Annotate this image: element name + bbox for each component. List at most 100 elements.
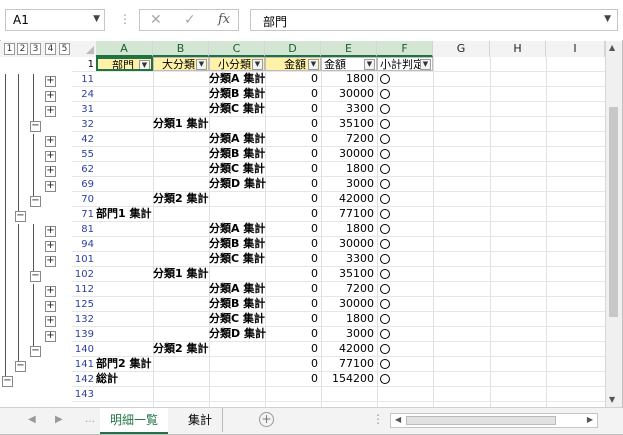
row-header[interactable]: 11	[72, 72, 96, 87]
cell-a[interactable]	[96, 72, 153, 86]
row-header[interactable]: 24	[72, 87, 96, 102]
formula-input[interactable]: 部門 ▼	[250, 9, 618, 31]
add-sheet-button[interactable]: +	[259, 412, 274, 427]
cell-d[interactable]: 0	[265, 72, 321, 86]
cell-e[interactable]: 7200	[321, 282, 377, 296]
cell-b[interactable]	[153, 297, 209, 311]
scroll-right-icon[interactable]: ▶	[587, 415, 593, 424]
cell-c[interactable]: 分類B 集計	[209, 297, 265, 311]
cell-a[interactable]	[96, 192, 153, 206]
column-header-i[interactable]: I	[546, 41, 605, 57]
cell-d[interactable]: 0	[265, 282, 321, 296]
row-header[interactable]: 31	[72, 102, 96, 117]
cell-f[interactable]	[377, 237, 433, 251]
cell-c[interactable]: 分類D 集計	[209, 177, 266, 191]
collapse-group-button[interactable]: −	[2, 376, 13, 387]
cell-d[interactable]: 0	[265, 357, 321, 371]
cell-e[interactable]: 3300	[321, 102, 377, 116]
cell-b[interactable]	[153, 147, 209, 161]
cell-a[interactable]	[96, 132, 153, 146]
cell-d[interactable]: 0	[265, 177, 321, 191]
expand-group-button[interactable]: +	[45, 106, 56, 117]
cell-c[interactable]	[209, 387, 265, 401]
cancel-icon[interactable]: ✕	[150, 12, 162, 28]
cell-b[interactable]	[153, 327, 209, 341]
cell-f[interactable]	[377, 117, 433, 131]
prev-sheet-icon[interactable]: ◀	[28, 414, 36, 425]
select-all-corner[interactable]	[86, 46, 94, 54]
cell-c[interactable]	[209, 117, 265, 131]
cell-a[interactable]	[96, 387, 153, 401]
row-header[interactable]: 71	[72, 207, 96, 222]
cell-f[interactable]	[377, 342, 433, 356]
cell-b[interactable]	[153, 222, 209, 236]
cell-d[interactable]: 0	[265, 342, 321, 356]
cell-f[interactable]	[377, 177, 433, 191]
filter-active-icon[interactable]: ▼	[420, 59, 431, 70]
cell-d[interactable]: 0	[265, 102, 321, 116]
row-header[interactable]: 94	[72, 237, 96, 252]
expand-group-button[interactable]: +	[45, 91, 56, 102]
header-cell-e[interactable]: 金額 ▼	[321, 57, 377, 71]
cell-b[interactable]	[153, 237, 209, 251]
header-cell-c[interactable]: 小分類 ▼	[209, 57, 265, 71]
cell-b[interactable]	[153, 72, 209, 86]
cell-a[interactable]	[96, 147, 153, 161]
cell-b[interactable]	[153, 387, 209, 401]
cell-b[interactable]	[153, 87, 209, 101]
header-cell-a[interactable]: 部門 ▼	[96, 57, 153, 71]
name-box[interactable]: A1 ▼	[5, 9, 105, 31]
cell-e[interactable]: 1800	[321, 312, 377, 326]
cell-d[interactable]: 0	[265, 312, 321, 326]
cell-a[interactable]	[96, 252, 153, 266]
cell-e[interactable]: 77100	[321, 357, 377, 371]
row-header[interactable]: 70	[72, 192, 96, 207]
cell-d[interactable]: 0	[265, 192, 321, 206]
cell-b[interactable]	[153, 132, 209, 146]
cell-a[interactable]	[96, 117, 153, 131]
cell-d[interactable]	[265, 387, 321, 401]
cell-f[interactable]	[377, 297, 433, 311]
cell-c[interactable]: 分類A 集計	[209, 222, 265, 236]
cell-f[interactable]	[377, 162, 433, 176]
cell-f[interactable]	[377, 207, 433, 221]
cell-c[interactable]: 分類D 集計	[209, 327, 266, 341]
cell-a[interactable]	[96, 312, 153, 326]
tab-scroll-dots-icon[interactable]: …	[85, 414, 95, 425]
cell-c[interactable]: 分類B 集計	[209, 87, 265, 101]
cell-f[interactable]	[377, 372, 433, 386]
cell-e[interactable]: 1800	[321, 222, 377, 236]
cell-c[interactable]	[209, 372, 265, 386]
cell-b[interactable]: 分類2 集計	[153, 342, 209, 356]
cell-a[interactable]	[96, 282, 153, 296]
outline-level-4-button[interactable]: 4	[45, 43, 56, 55]
cell-f[interactable]	[377, 387, 433, 401]
cell-b[interactable]	[153, 102, 209, 116]
cell-d[interactable]: 0	[265, 117, 321, 131]
outline-level-1-button[interactable]: 1	[4, 43, 15, 55]
cell-a[interactable]	[96, 222, 153, 236]
sheet-tab-detail[interactable]: 明細一覧	[100, 408, 169, 434]
insert-function-icon[interactable]: fx	[218, 12, 230, 27]
filter-dropdown-icon[interactable]: ▼	[364, 59, 375, 70]
cell-f[interactable]	[377, 252, 433, 266]
row-header[interactable]: 139	[72, 327, 96, 342]
collapse-group-button[interactable]: −	[15, 211, 26, 222]
cell-c[interactable]	[209, 207, 265, 221]
row-header[interactable]: 102	[72, 267, 96, 282]
cell-d[interactable]: 0	[265, 372, 321, 386]
row-header[interactable]: 42	[72, 132, 96, 147]
cell-c[interactable]: 分類B 集計	[209, 147, 265, 161]
scroll-down-icon[interactable]: ▼	[609, 395, 615, 404]
cell-a[interactable]	[96, 162, 153, 176]
vertical-scrollbar[interactable]: ▲ ▼	[605, 41, 622, 407]
row-header[interactable]: 32	[72, 117, 96, 132]
outline-level-5-button[interactable]: 5	[59, 43, 70, 55]
cell-e[interactable]: 154200	[321, 372, 377, 386]
cell-d[interactable]: 0	[265, 237, 321, 251]
cell-b[interactable]	[153, 372, 209, 386]
expand-group-button[interactable]: +	[45, 301, 56, 312]
outline-level-3-button[interactable]: 3	[30, 43, 41, 55]
cell-c[interactable]	[209, 357, 265, 371]
cell-d[interactable]: 0	[265, 132, 321, 146]
